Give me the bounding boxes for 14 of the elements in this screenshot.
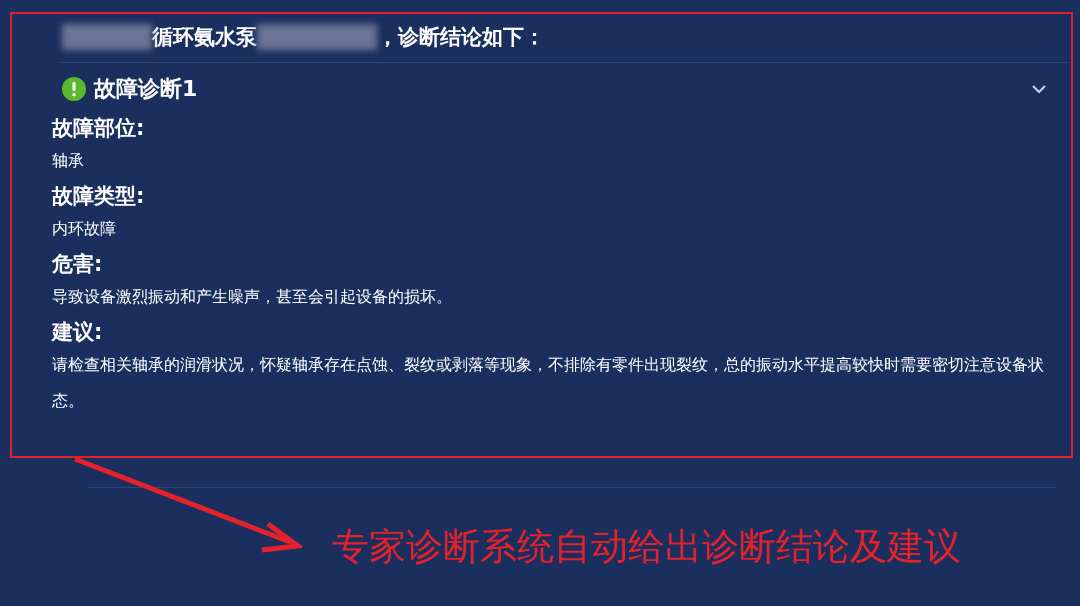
field-value: 内环故障 bbox=[52, 219, 117, 240]
field-value: 导致设备激烈振动和产生噪声，甚至会引起设备的损坏。 bbox=[52, 287, 453, 308]
chevron-icon[interactable] bbox=[1031, 84, 1047, 94]
field-value: 请检查相关轴承的润滑状况，怀疑轴承存在点蚀、裂纹或剥落等现象，不排除有零件出现裂纹，总的振动水平提高较快时需要密切注意设备状态。 bbox=[52, 355, 1045, 412]
section-title: 故障诊断1 bbox=[94, 75, 198, 103]
field-value: 轴承 bbox=[52, 151, 85, 172]
field-label: 建议: bbox=[52, 319, 104, 346]
field-label: 危害: bbox=[52, 251, 104, 278]
field-label: 故障部位: bbox=[52, 115, 146, 142]
title-text: ，诊断结论如下： bbox=[377, 24, 545, 51]
exclamation-icon bbox=[62, 77, 86, 101]
title-text: 循环氨水泵 bbox=[152, 24, 257, 51]
field-label: 故障类型: bbox=[52, 183, 146, 210]
annotation-text: 专家诊断系统自动给出诊断结论及建议 bbox=[332, 524, 961, 570]
